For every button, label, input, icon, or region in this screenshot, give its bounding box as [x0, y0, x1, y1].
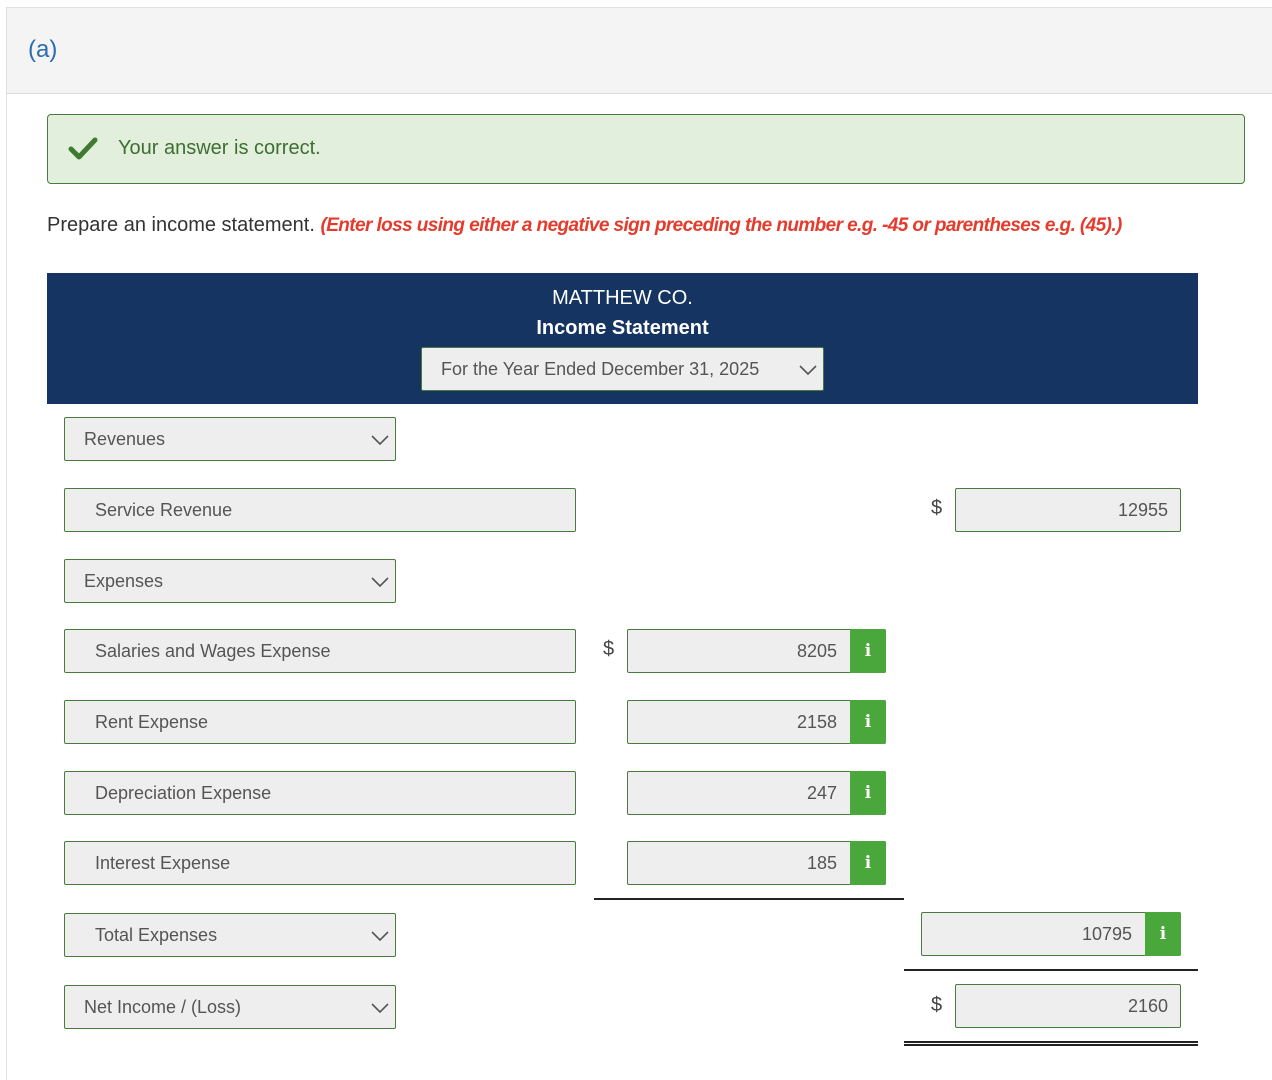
expenses-select-value: Expenses [84, 571, 164, 591]
salaries-amount-input[interactable]: 8205 i [627, 629, 886, 673]
info-icon[interactable]: i [1145, 912, 1181, 956]
info-icon[interactable]: i [850, 841, 886, 885]
chevron-down-icon [799, 365, 817, 376]
feedback-message: Your answer is correct. [118, 137, 321, 159]
depreciation-amount-input[interactable]: 247 i [627, 771, 886, 815]
salaries-label-field[interactable]: Salaries and Wages Expense [64, 629, 576, 673]
info-icon[interactable]: i [850, 700, 886, 744]
subtotal-rule [594, 898, 904, 900]
chevron-down-icon [371, 435, 389, 446]
depreciation-label-field[interactable]: Depreciation Expense [64, 771, 576, 815]
total-expenses-select-value: Total Expenses [95, 925, 218, 945]
left-border [6, 94, 7, 1080]
revenues-select-value: Revenues [84, 429, 166, 449]
total-expenses-amount-input[interactable]: 10795 i [921, 912, 1181, 956]
instructions-note: (Enter loss using either a negative sign… [320, 215, 1122, 236]
part-label: (a) [28, 36, 58, 63]
info-icon[interactable]: i [850, 629, 886, 673]
statement-header: MATTHEW CO. Income Statement For the Yea… [47, 273, 1198, 404]
total-expenses-select[interactable]: Total Expenses [64, 913, 396, 957]
period-select[interactable]: For the Year Ended December 31, 2025 [421, 347, 824, 391]
net-income-amount-input[interactable]: 2160 [955, 984, 1181, 1028]
salaries-label: Salaries and Wages Expense [95, 641, 331, 661]
chevron-down-icon [371, 1003, 389, 1014]
rent-amount: 2158 [796, 712, 837, 732]
net-income-select[interactable]: Net Income / (Loss) [64, 985, 396, 1029]
statement-title: Income Statement [536, 317, 709, 339]
expenses-select[interactable]: Expenses [64, 559, 396, 603]
part-header: (a) [6, 7, 1272, 94]
feedback-banner: Your answer is correct. [47, 114, 1245, 184]
service-revenue-label: Service Revenue [95, 500, 233, 520]
service-revenue-amount: 12955 [1117, 500, 1168, 520]
instructions-text: Prepare an income statement. [47, 214, 315, 236]
dollar-sign: $ [931, 994, 943, 1016]
rent-amount-input[interactable]: 2158 i [627, 700, 886, 744]
interest-label: Interest Expense [95, 853, 231, 873]
depreciation-amount: 247 [806, 783, 837, 803]
double-underline [904, 1041, 1198, 1046]
revenues-select[interactable]: Revenues [64, 417, 396, 461]
info-icon[interactable]: i [850, 771, 886, 815]
interest-amount-input[interactable]: 185 i [627, 841, 886, 885]
total-rule [904, 969, 1198, 971]
service-revenue-label-field[interactable]: Service Revenue [64, 488, 576, 532]
service-revenue-amount-input[interactable]: 12955 [955, 488, 1181, 532]
check-icon [68, 137, 98, 160]
rent-label: Rent Expense [95, 712, 209, 732]
instructions: Prepare an income statement. (Enter loss… [47, 214, 1122, 237]
chevron-down-icon [371, 577, 389, 588]
dollar-sign: $ [603, 638, 615, 660]
company-name: MATTHEW CO. [552, 287, 693, 309]
interest-amount: 185 [806, 853, 837, 873]
net-income-select-value: Net Income / (Loss) [84, 997, 242, 1017]
salaries-amount: 8205 [796, 641, 837, 661]
net-income-amount: 2160 [1127, 996, 1168, 1016]
chevron-down-icon [371, 931, 389, 942]
dollar-sign: $ [931, 497, 943, 519]
rent-label-field[interactable]: Rent Expense [64, 700, 576, 744]
total-expenses-amount: 10795 [1081, 924, 1132, 944]
period-select-value: For the Year Ended December 31, 2025 [441, 359, 760, 379]
depreciation-label: Depreciation Expense [95, 783, 272, 803]
interest-label-field[interactable]: Interest Expense [64, 841, 576, 885]
